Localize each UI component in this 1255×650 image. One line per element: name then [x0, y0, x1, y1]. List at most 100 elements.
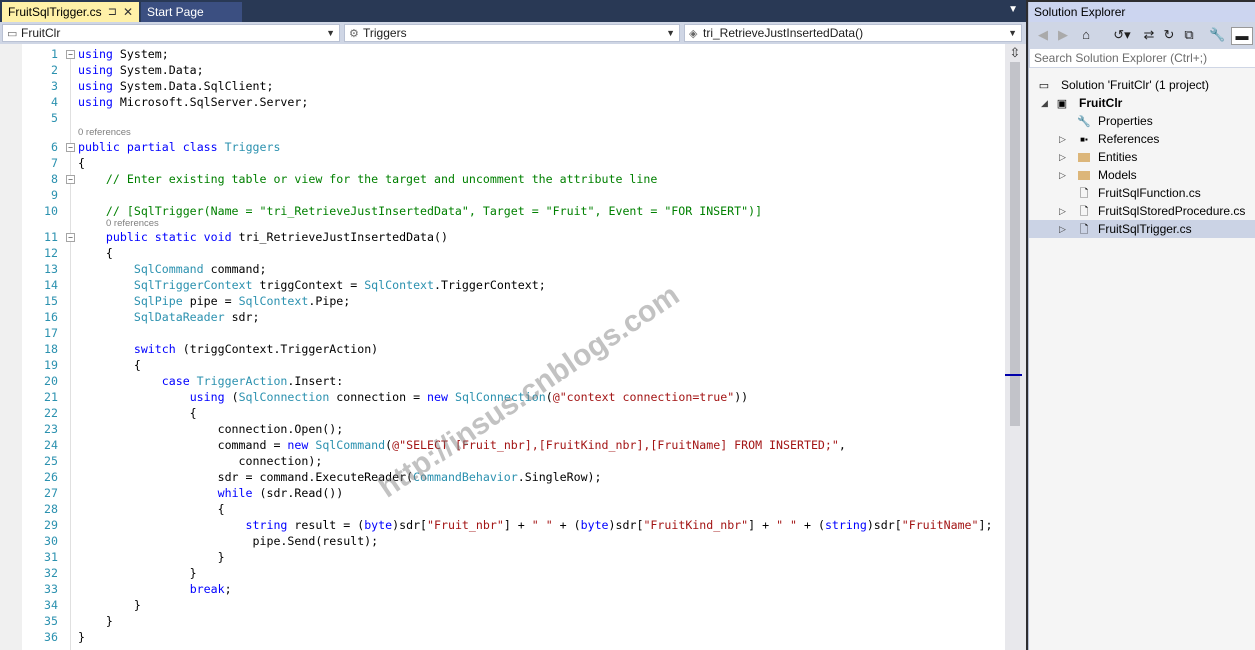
code-line[interactable]: 15 SqlPipe pipe = SqlContext.Pipe;: [0, 293, 1005, 309]
tree-node-item[interactable]: ▷ 🗋 FruitSqlStoredProcedure.cs: [1029, 202, 1255, 220]
tree-node-item[interactable]: 🔧 Properties: [1029, 112, 1255, 130]
code-line[interactable]: 1− using System;: [0, 46, 1005, 62]
code-line[interactable]: 6− public partial class Triggers: [0, 139, 1005, 155]
collapse-all-icon[interactable]: ⧉: [1181, 27, 1197, 43]
split-window-icon[interactable]: ⇳: [1008, 46, 1022, 60]
code-editor[interactable]: 1− using System; 2 using System.Data; 3 using…: [0, 44, 1005, 650]
properties-icon[interactable]: 🔧: [1209, 27, 1225, 43]
expanded-arrow-icon[interactable]: ◢: [1041, 94, 1048, 112]
code-line[interactable]: 2 using System.Data;: [0, 62, 1005, 78]
collapsed-arrow-icon[interactable]: ▷: [1059, 148, 1066, 166]
code-line[interactable]: 28 {: [0, 501, 1005, 517]
solution-explorer-search[interactable]: Search Solution Explorer (Ctrl+;): [1029, 48, 1255, 68]
tab-overflow-icon[interactable]: ▼: [1008, 4, 1018, 15]
home-icon[interactable]: ⌂: [1077, 27, 1095, 43]
tree-node-item[interactable]: ▷ Entities: [1029, 148, 1255, 166]
tab-fruitsqltrigger[interactable]: FruitSqlTrigger.cs ⊐ ✕: [2, 2, 139, 22]
codelens-label[interactable]: 0 references: [106, 219, 159, 229]
code-line[interactable]: 5: [0, 110, 1005, 126]
code-line[interactable]: 20 case TriggerAction.Insert:: [0, 373, 1005, 389]
code-token: tri_RetrieveJustInsertedData(): [231, 230, 448, 244]
codelens-references[interactable]: 0 references: [0, 126, 1005, 139]
code-line[interactable]: 3 using System.Data.SqlClient;: [0, 78, 1005, 94]
member-dropdown[interactable]: ◈ tri_RetrieveJustInsertedData() ▼: [684, 24, 1022, 42]
code-line[interactable]: 10 // [SqlTrigger(Name = "tri_RetrieveJu…: [0, 203, 1005, 219]
code-line[interactable]: 30 pipe.Send(result);: [0, 533, 1005, 549]
collapse-icon[interactable]: −: [66, 50, 75, 59]
code-line[interactable]: 35 }: [0, 613, 1005, 629]
code-line[interactable]: 32 }: [0, 565, 1005, 581]
code-line[interactable]: 27 while (sdr.Read()): [0, 485, 1005, 501]
code-text: string result = (byte)sdr["Fruit_nbr"] +…: [78, 517, 993, 533]
code-line[interactable]: 8− // Enter existing table or view for t…: [0, 171, 1005, 187]
code-line[interactable]: 9: [0, 187, 1005, 203]
code-token: command =: [78, 438, 288, 452]
code-token: " ": [531, 518, 553, 532]
code-line[interactable]: 31 }: [0, 549, 1005, 565]
code-line[interactable]: 26 sdr = command.ExecuteReader(CommandBe…: [0, 469, 1005, 485]
code-line[interactable]: 22 {: [0, 405, 1005, 421]
code-token: using: [189, 390, 225, 404]
code-line[interactable]: 17: [0, 325, 1005, 341]
code-text: pipe.Send(result);: [78, 533, 379, 549]
preview-icon[interactable]: ▬: [1231, 27, 1253, 45]
code-token: }: [78, 630, 85, 644]
type-dropdown[interactable]: ⚙ Triggers ▼: [344, 24, 680, 42]
code-line[interactable]: 33 break;: [0, 581, 1005, 597]
code-line[interactable]: 23 connection.Open();: [0, 421, 1005, 437]
code-token: switch: [133, 342, 176, 356]
code-line[interactable]: 11− public static void tri_RetrieveJustI…: [0, 229, 1005, 245]
code-line[interactable]: 12 {: [0, 245, 1005, 261]
collapse-icon[interactable]: −: [66, 143, 75, 152]
codelens-label[interactable]: 0 references: [78, 126, 131, 139]
sync-icon[interactable]: ⇄: [1141, 27, 1157, 43]
back-icon[interactable]: ◀: [1035, 27, 1051, 43]
code-line[interactable]: 19 {: [0, 357, 1005, 373]
code-line[interactable]: 25 connection);: [0, 453, 1005, 469]
pin-icon[interactable]: ⊐: [108, 2, 117, 22]
tree-node-solution[interactable]: ▭ Solution 'FruitClr' (1 project): [1029, 76, 1255, 94]
code-text: using Microsoft.SqlServer.Server;: [78, 94, 308, 110]
code-text: }: [78, 565, 197, 581]
tree-node-item[interactable]: ▷ 🗋 FruitSqlTrigger.cs: [1029, 220, 1255, 238]
collapsed-arrow-icon[interactable]: ▷: [1059, 202, 1066, 220]
forward-icon[interactable]: ▶: [1055, 27, 1071, 43]
solution-explorer-toolbar: ◀ ▶ ⌂ ↺▾ ⇄ ↻ ⧉ 🔧 ▬: [1029, 22, 1255, 48]
code-line[interactable]: 36}: [0, 629, 1005, 645]
tree-node-item[interactable]: ▷ ■▪ References: [1029, 130, 1255, 148]
code-line[interactable]: 13 SqlCommand command;: [0, 261, 1005, 277]
code-text: using (SqlConnection connection = new Sq…: [78, 389, 748, 405]
line-number: 5: [51, 111, 58, 125]
project-dropdown[interactable]: ▭ FruitClr ▼: [2, 24, 340, 42]
code-line[interactable]: 4 using Microsoft.SqlServer.Server;: [0, 94, 1005, 110]
collapsed-arrow-icon[interactable]: ▷: [1059, 130, 1066, 148]
collapsed-arrow-icon[interactable]: ▷: [1059, 166, 1066, 184]
code-line[interactable]: 29 string result = (byte)sdr["Fruit_nbr"…: [0, 517, 1005, 533]
collapse-icon[interactable]: −: [66, 175, 75, 184]
code-token: @"SELECT [Fruit_nbr],[FruitKind_nbr],[Fr…: [392, 438, 839, 452]
codelens-references[interactable]: 0 references: [0, 219, 1005, 229]
code-line[interactable]: 16 SqlDataReader sdr;: [0, 309, 1005, 325]
code-line[interactable]: 24 command = new SqlCommand(@"SELECT [Fr…: [0, 437, 1005, 453]
tree-node-project[interactable]: ◢ ▣ FruitClr: [1029, 94, 1255, 112]
code-line[interactable]: 18 switch (triggContext.TriggerAction): [0, 341, 1005, 357]
vertical-scrollbar[interactable]: ⇳: [1005, 44, 1026, 650]
close-icon[interactable]: ✕: [123, 2, 133, 22]
tab-start-page[interactable]: Start Page: [141, 2, 242, 22]
code-line[interactable]: 7{: [0, 155, 1005, 171]
code-line[interactable]: 34 }: [0, 597, 1005, 613]
scrollbar-thumb[interactable]: [1010, 62, 1020, 426]
refresh-icon[interactable]: ↻: [1161, 27, 1177, 43]
tree-node-item[interactable]: 🗋 FruitSqlFunction.cs: [1029, 184, 1255, 202]
tree-node-label: Solution 'FruitClr' (1 project): [1061, 78, 1209, 92]
tree-node-item[interactable]: ▷ Models: [1029, 166, 1255, 184]
collapse-icon[interactable]: −: [66, 233, 75, 242]
code-line[interactable]: 21 using (SqlConnection connection = new…: [0, 389, 1005, 405]
code-token: sdr = command.ExecuteReader(: [78, 470, 414, 484]
code-line[interactable]: 14 SqlTriggerContext triggContext = SqlC…: [0, 277, 1005, 293]
collapsed-arrow-icon[interactable]: ▷: [1059, 220, 1066, 238]
history-icon[interactable]: ↺▾: [1109, 27, 1135, 43]
code-token: public: [78, 140, 120, 154]
